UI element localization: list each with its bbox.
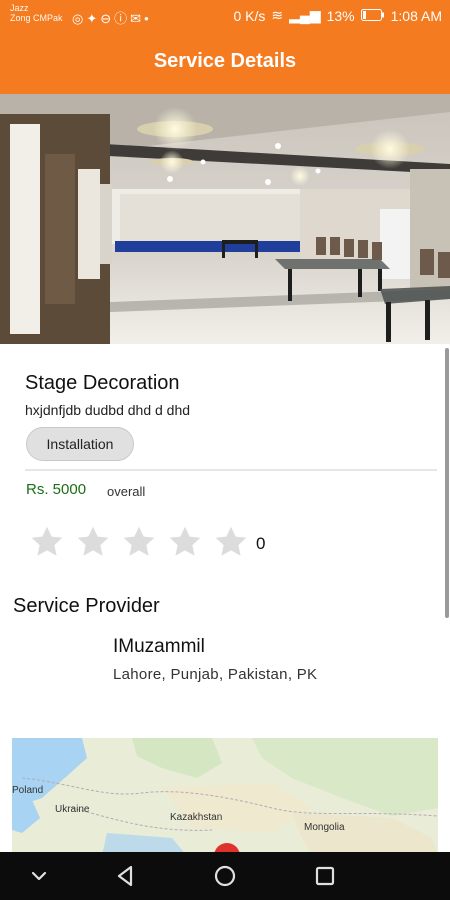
rating-stars[interactable]	[28, 524, 250, 560]
star-icon[interactable]	[28, 524, 66, 560]
carrier-line-1: Jazz	[10, 3, 29, 13]
star-icon[interactable]	[166, 524, 204, 560]
service-content[interactable]: Stage Decoration hxjdnfjdb dudbd dhd d d…	[0, 344, 450, 852]
battery-percent: 13%	[326, 7, 355, 24]
more-icon: •	[144, 11, 152, 26]
star-icon[interactable]	[74, 524, 112, 560]
mail-icon: ✉	[130, 11, 145, 26]
page-title: Service Details	[153, 50, 297, 72]
location-map[interactable]: Poland Ukraine Kazakhstan Mongolia	[12, 738, 438, 852]
star-icon[interactable]	[120, 524, 158, 560]
provider-name[interactable]: IMuzammil	[113, 636, 205, 658]
wifi-icon: ≋	[271, 7, 284, 23]
twitter-icon: ✦	[86, 11, 101, 26]
price-note: overall	[107, 484, 146, 499]
provider-location: Lahore, Punjab, Pakistan, PK	[113, 666, 318, 683]
dnd-icon: ⊖	[100, 11, 115, 26]
map-label: Ukraine	[55, 804, 90, 815]
status-right: 0 K/s ≋ ▂▄▆ 13% 1:08 AM	[234, 7, 443, 24]
battery-icon	[360, 8, 385, 24]
navigation-bar	[0, 852, 450, 900]
network-speed: 0 K/s	[233, 7, 266, 24]
whatsapp-icon: ◎	[72, 11, 87, 26]
service-title: Stage Decoration	[25, 372, 180, 394]
carrier-line-2: Zong CMPak	[10, 13, 63, 23]
service-description: hxjdnfjdb dudbd dhd d dhd	[25, 402, 191, 418]
rating-count: 0	[256, 534, 266, 553]
section-heading: Service Provider	[13, 595, 160, 617]
back-icon[interactable]	[111, 862, 141, 890]
category-chip[interactable]: Installation	[26, 427, 134, 461]
chevron-down-icon[interactable]	[24, 862, 54, 890]
home-icon[interactable]	[210, 862, 240, 890]
map-label: Kazakhstan	[170, 812, 222, 823]
clock: 1:08 AM	[390, 7, 442, 24]
service-image	[0, 94, 450, 344]
service-price: Rs. 5000	[26, 481, 87, 498]
map-label: Poland	[12, 785, 43, 796]
app-bar: Service Details	[0, 32, 450, 94]
recents-icon[interactable]	[310, 862, 340, 890]
status-bar: Jazz Zong CMPak ◎✦⊖ⓘ✉• 0 K/s ≋ ▂▄▆ 13% 1…	[0, 0, 450, 32]
info-icon: ⓘ	[114, 11, 131, 26]
divider	[25, 469, 437, 471]
star-icon[interactable]	[212, 524, 250, 560]
map-label: Mongolia	[304, 822, 345, 833]
signal-icon: ▂▄▆	[289, 7, 321, 23]
notification-icons: ◎✦⊖ⓘ✉•	[72, 8, 152, 27]
carrier-info: Jazz Zong CMPak	[10, 3, 63, 23]
scrollbar[interactable]	[445, 348, 449, 618]
